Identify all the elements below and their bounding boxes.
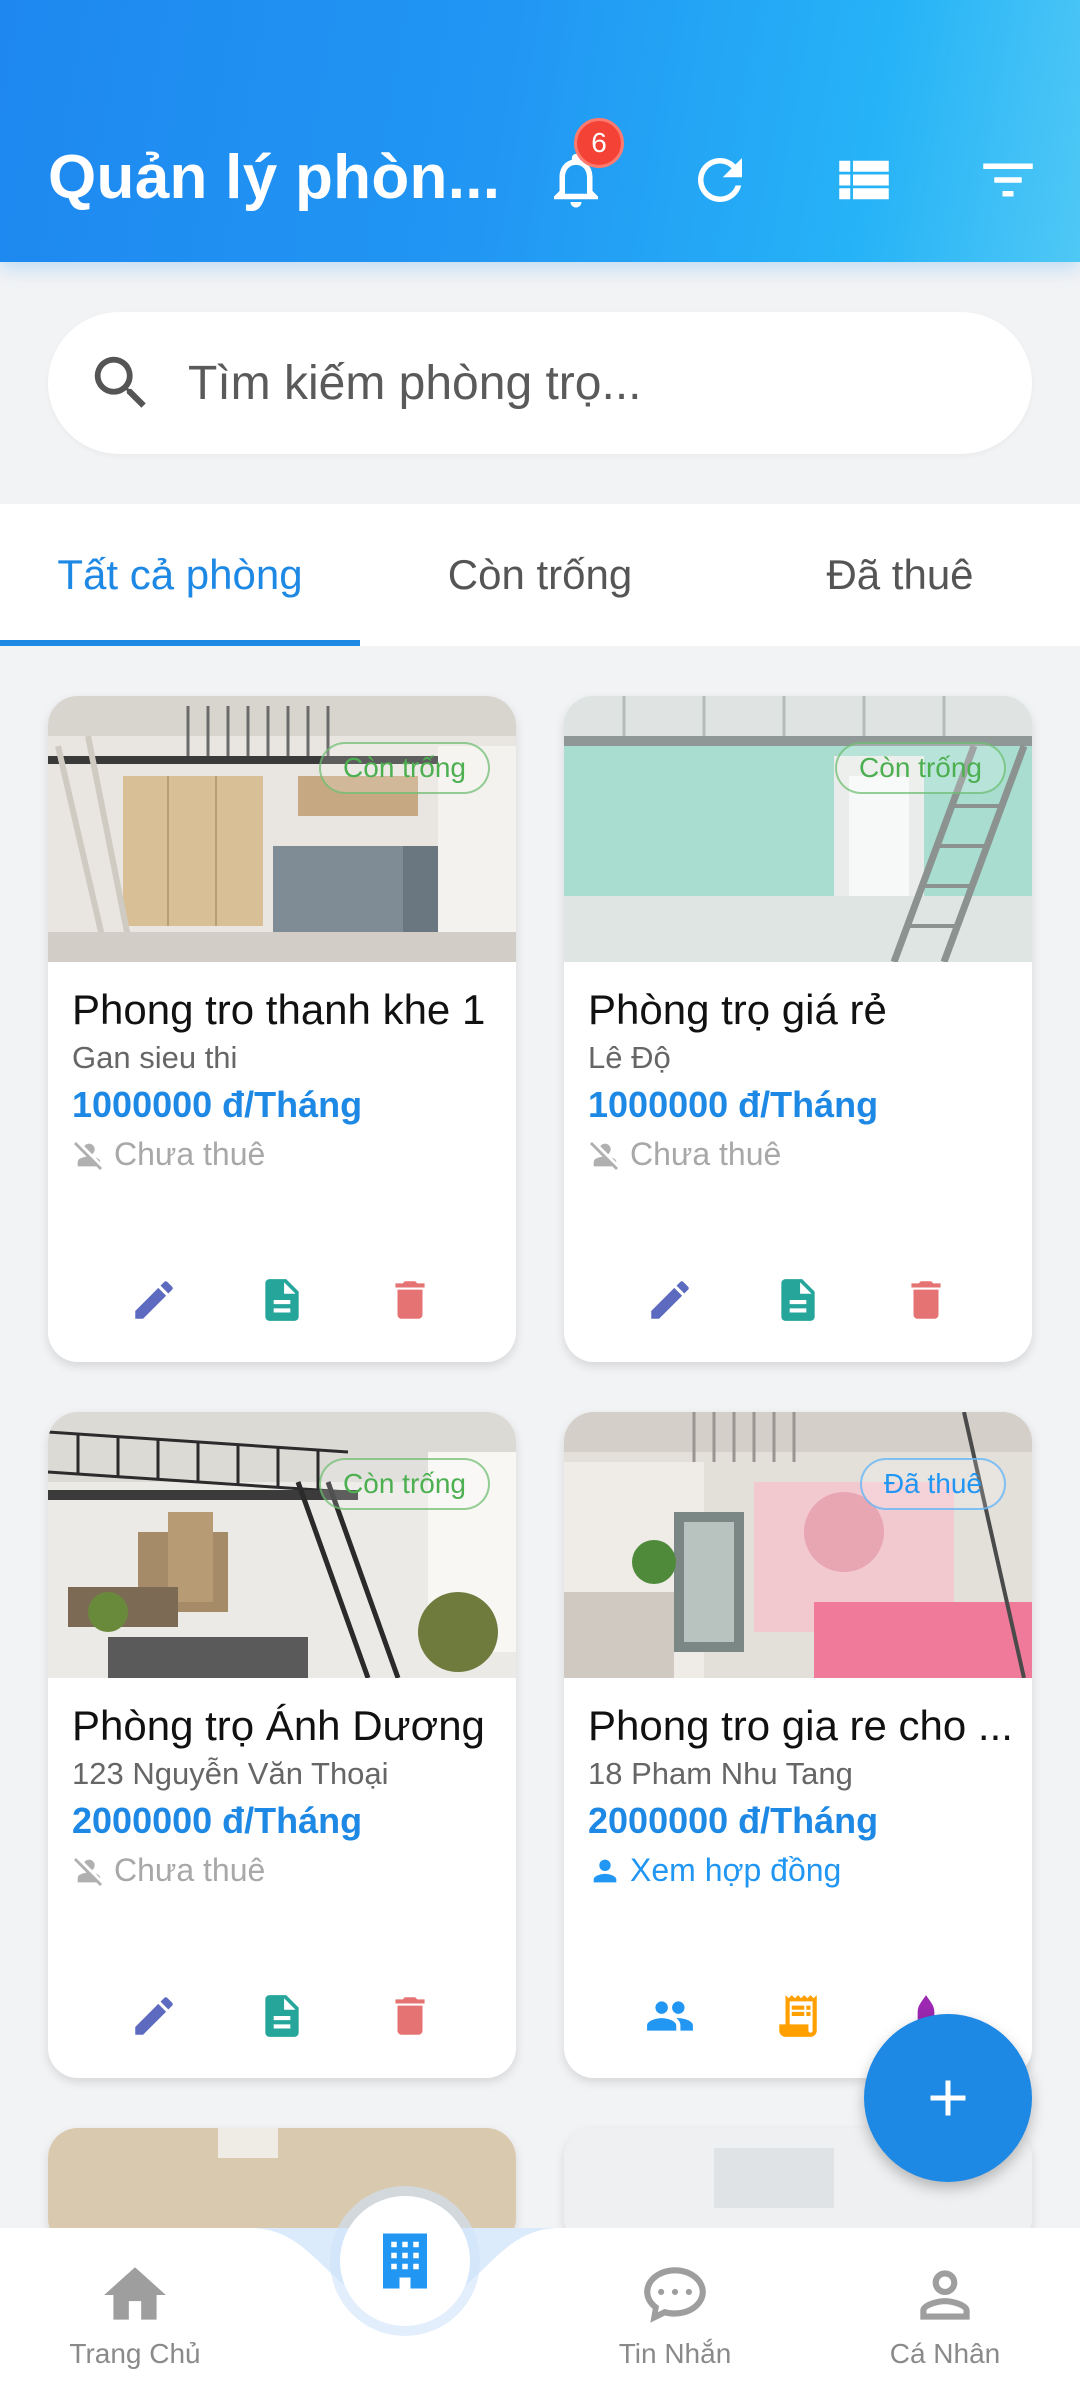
home-icon bbox=[104, 2267, 166, 2320]
room-address: Lê Độ bbox=[588, 1040, 671, 1075]
plus-icon bbox=[930, 2080, 966, 2116]
room-card[interactable]: Đã thuê Phong tro gia re cho ... 18 Pham… bbox=[564, 1412, 1032, 2078]
nav-messages[interactable]: Tin Nhắn bbox=[575, 2258, 775, 2388]
add-room-button[interactable] bbox=[864, 2014, 1032, 2182]
room-card[interactable]: Còn trống Phong tro thanh khe 1 Gan sieu… bbox=[48, 696, 516, 1362]
filter-button[interactable] bbox=[968, 140, 1048, 220]
delete-button[interactable] bbox=[380, 1986, 440, 2046]
person-off-icon bbox=[73, 1857, 103, 1886]
room-price: 2000000 đ/Tháng bbox=[588, 1800, 879, 1841]
person-icon bbox=[593, 1859, 617, 1882]
search-bar[interactable] bbox=[48, 312, 1032, 454]
room-card[interactable]: Còn trống Phòng trọ giá rẻ Lê Độ 1000000… bbox=[564, 696, 1032, 1362]
nav-home[interactable]: Trang Chủ bbox=[35, 2258, 235, 2388]
room-photo: Còn trống bbox=[564, 696, 1032, 962]
rent-state: Chưa thuê bbox=[72, 1852, 265, 1889]
status-badge: Còn trống bbox=[835, 742, 1006, 794]
rent-state-label: Chưa thuê bbox=[630, 1136, 782, 1172]
delete-button[interactable] bbox=[896, 1270, 956, 1330]
room-name: Phòng trọ giá rẻ bbox=[588, 986, 887, 1033]
room-photo: Còn trống bbox=[48, 696, 516, 962]
room-card[interactable]: Còn trống Phòng trọ Ánh Dương 123 Nguyễn… bbox=[48, 1412, 516, 2078]
rent-state-label: Chưa thuê bbox=[114, 1136, 266, 1172]
document-button[interactable] bbox=[252, 1270, 312, 1330]
status-badge: Đã thuê bbox=[859, 1458, 1006, 1510]
status-badge: Còn trống bbox=[319, 742, 490, 794]
view-contract-link[interactable]: Xem hợp đồng bbox=[588, 1852, 841, 1889]
receipt-icon bbox=[779, 1995, 817, 2037]
people-icon bbox=[647, 2001, 693, 2031]
tab-bar: Tất cả phòng Còn trống Đã thuê bbox=[0, 504, 1080, 646]
page-title: Quản lý phòn... bbox=[48, 143, 501, 212]
edit-button[interactable] bbox=[124, 1270, 184, 1330]
person-off-icon bbox=[73, 1141, 103, 1170]
room-photo: Đã thuê bbox=[564, 1412, 1032, 1678]
room-address: 18 Pham Nhu Tang bbox=[588, 1756, 853, 1791]
status-badge: Còn trống bbox=[319, 1458, 490, 1510]
room-name: Phòng trọ Ánh Dương bbox=[72, 1702, 485, 1749]
tab-vacant[interactable]: Còn trống bbox=[360, 504, 720, 646]
document-icon bbox=[265, 1279, 299, 1321]
pencil-icon bbox=[135, 1281, 173, 1319]
trash-icon bbox=[395, 1997, 425, 2035]
pencil-icon bbox=[135, 1997, 173, 2035]
document-icon bbox=[781, 1279, 815, 1321]
room-address: 123 Nguyễn Văn Thoại bbox=[72, 1756, 389, 1791]
pencil-icon bbox=[651, 1281, 689, 1319]
notification-badge: 6 bbox=[574, 118, 624, 168]
room-photo: Còn trống bbox=[48, 1412, 516, 1678]
invoice-button[interactable] bbox=[768, 1986, 828, 2046]
edit-button[interactable] bbox=[640, 1270, 700, 1330]
person-outline-icon bbox=[920, 2270, 970, 2320]
rent-state: Chưa thuê bbox=[588, 1136, 781, 1173]
rent-state: Chưa thuê bbox=[72, 1136, 265, 1173]
nav-messages-label: Tin Nhắn bbox=[618, 2338, 732, 2369]
search-icon bbox=[94, 356, 146, 408]
search-input[interactable] bbox=[188, 338, 988, 428]
trash-icon bbox=[395, 1281, 425, 1319]
refresh-button[interactable] bbox=[680, 140, 760, 220]
nav-profile-label: Cá Nhân bbox=[889, 2338, 1001, 2369]
list-view-icon bbox=[839, 160, 889, 200]
room-price: 1000000 đ/Tháng bbox=[588, 1084, 879, 1125]
nav-rooms[interactable] bbox=[340, 2196, 470, 2326]
document-button[interactable] bbox=[252, 1986, 312, 2046]
room-address: Gan sieu thi bbox=[72, 1040, 238, 1075]
trash-icon bbox=[911, 1281, 941, 1319]
room-price: 1000000 đ/Tháng bbox=[72, 1084, 363, 1125]
nav-profile[interactable]: Cá Nhân bbox=[845, 2258, 1045, 2388]
delete-button[interactable] bbox=[380, 1270, 440, 1330]
document-icon bbox=[265, 1995, 299, 2037]
person-off-icon bbox=[589, 1141, 619, 1170]
tab-rented[interactable]: Đã thuê bbox=[720, 504, 1080, 646]
tenants-button[interactable] bbox=[640, 1986, 700, 2046]
document-button[interactable] bbox=[768, 1270, 828, 1330]
room-name: Phong tro gia re cho ... bbox=[588, 1702, 1013, 1749]
tab-all-rooms[interactable]: Tất cả phòng bbox=[0, 504, 360, 646]
list-view-button[interactable] bbox=[824, 140, 904, 220]
refresh-icon bbox=[698, 158, 742, 202]
nav-home-label: Trang Chủ bbox=[69, 2338, 201, 2369]
chat-icon bbox=[644, 2267, 706, 2323]
building-icon bbox=[383, 2233, 427, 2289]
room-name: Phong tro thanh khe 1 bbox=[72, 986, 486, 1033]
filter-icon bbox=[983, 163, 1033, 197]
rent-state-label: Chưa thuê bbox=[114, 1852, 266, 1888]
room-price: 2000000 đ/Tháng bbox=[72, 1800, 363, 1841]
edit-button[interactable] bbox=[124, 1986, 184, 2046]
app-header: Quản lý phòn... 6 bbox=[0, 0, 1080, 262]
view-contract-label: Xem hợp đồng bbox=[630, 1852, 842, 1888]
